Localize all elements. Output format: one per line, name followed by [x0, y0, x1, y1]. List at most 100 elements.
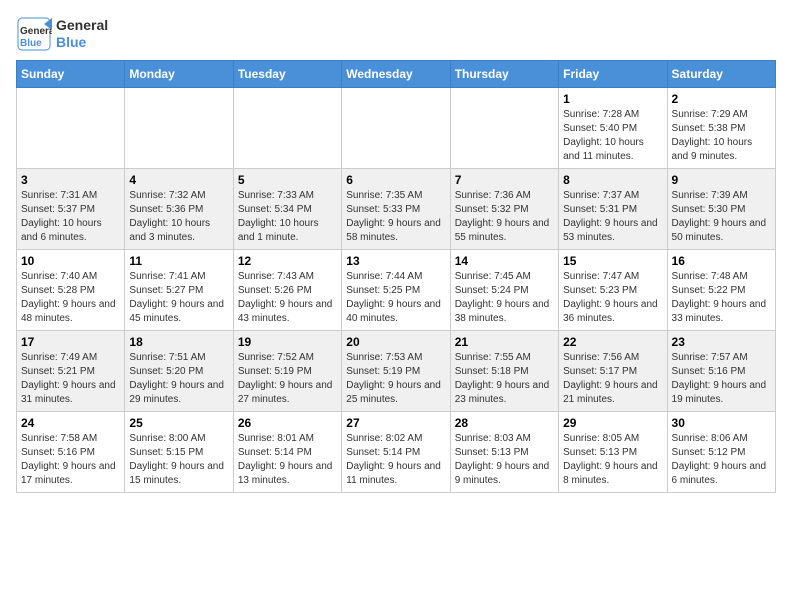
day-info: Sunrise: 7:36 AM Sunset: 5:32 PM Dayligh… [455, 189, 554, 245]
day-number: 7 [455, 173, 554, 187]
calendar-cell: 23 Sunrise: 7:57 AM Sunset: 5:16 PM Dayli… [667, 331, 775, 412]
day-number: 15 [563, 254, 662, 268]
day-info: Sunrise: 7:28 AM Sunset: 5:40 PM Dayligh… [563, 108, 662, 164]
day-number: 6 [346, 173, 445, 187]
day-info: Sunrise: 7:37 AM Sunset: 5:31 PM Dayligh… [563, 189, 662, 245]
svg-text:Blue: Blue [20, 38, 42, 49]
calendar-week-row: 3Sunrise: 7:31 AM Sunset: 5:37 PM Daylig… [17, 169, 776, 250]
calendar-cell: 30Sunrise: 8:06 AM Sunset: 5:12 PM Dayli… [667, 412, 775, 493]
day-info: Sunrise: 7:52 AM Sunset: 5:19 PM Dayligh… [238, 351, 337, 407]
calendar-week-row: 10 Sunrise: 7:40 AM Sunset: 5:28 PM Dayli… [17, 250, 776, 331]
day-info: Sunrise: 7:40 AM Sunset: 5:28 PM Dayligh… [21, 270, 120, 326]
day-info: Sunrise: 7:57 AM Sunset: 5:16 PM Dayligh… [672, 351, 771, 407]
day-info: Sunrise: 8:01 AM Sunset: 5:14 PM Dayligh… [238, 432, 337, 488]
day-number: 8 [563, 173, 662, 187]
column-header-saturday: Saturday [667, 61, 775, 88]
calendar-cell: 20 Sunrise: 7:53 AM Sunset: 5:19 PM Dayli… [342, 331, 450, 412]
calendar-cell: 25 Sunrise: 8:00 AM Sunset: 5:15 PM Dayli… [125, 412, 233, 493]
calendar-cell: 16 Sunrise: 7:48 AM Sunset: 5:22 PM Dayli… [667, 250, 775, 331]
calendar-cell: 13 Sunrise: 7:44 AM Sunset: 5:25 PM Dayli… [342, 250, 450, 331]
calendar-cell: 24 Sunrise: 7:58 AM Sunset: 5:16 PM Dayli… [17, 412, 125, 493]
calendar-cell: 27Sunrise: 8:02 AM Sunset: 5:14 PM Dayli… [342, 412, 450, 493]
calendar-cell: 28 Sunrise: 8:03 AM Sunset: 5:13 PM Dayli… [450, 412, 558, 493]
column-header-wednesday: Wednesday [342, 61, 450, 88]
logo-icon: General Blue [16, 16, 52, 52]
calendar-week-row: 24 Sunrise: 7:58 AM Sunset: 5:16 PM Dayli… [17, 412, 776, 493]
day-number: 19 [238, 335, 337, 349]
calendar-cell [17, 88, 125, 169]
calendar-cell: 1 Sunrise: 7:28 AM Sunset: 5:40 PM Daylig… [559, 88, 667, 169]
day-number: 13 [346, 254, 445, 268]
day-info: Sunrise: 7:53 AM Sunset: 5:19 PM Dayligh… [346, 351, 445, 407]
day-number: 10 [21, 254, 120, 268]
day-info: Sunrise: 7:51 AM Sunset: 5:20 PM Dayligh… [129, 351, 228, 407]
calendar-cell: 2 Sunrise: 7:29 AM Sunset: 5:38 PM Daylig… [667, 88, 775, 169]
calendar-cell [342, 88, 450, 169]
calendar-cell: 4 Sunrise: 7:32 AM Sunset: 5:36 PM Daylig… [125, 169, 233, 250]
calendar-cell: 5 Sunrise: 7:33 AM Sunset: 5:34 PM Daylig… [233, 169, 341, 250]
day-info: Sunrise: 7:35 AM Sunset: 5:33 PM Dayligh… [346, 189, 445, 245]
day-info: Sunrise: 7:33 AM Sunset: 5:34 PM Dayligh… [238, 189, 337, 245]
day-info: Sunrise: 7:55 AM Sunset: 5:18 PM Dayligh… [455, 351, 554, 407]
day-number: 5 [238, 173, 337, 187]
day-info: Sunrise: 7:39 AM Sunset: 5:30 PM Dayligh… [672, 189, 771, 245]
calendar-cell: 7 Sunrise: 7:36 AM Sunset: 5:32 PM Daylig… [450, 169, 558, 250]
day-number: 29 [563, 416, 662, 430]
calendar-week-row: 1 Sunrise: 7:28 AM Sunset: 5:40 PM Daylig… [17, 88, 776, 169]
day-info: Sunrise: 7:44 AM Sunset: 5:25 PM Dayligh… [346, 270, 445, 326]
column-header-sunday: Sunday [17, 61, 125, 88]
day-number: 25 [129, 416, 228, 430]
day-number: 23 [672, 335, 771, 349]
day-info: Sunrise: 7:43 AM Sunset: 5:26 PM Dayligh… [238, 270, 337, 326]
day-info: Sunrise: 7:32 AM Sunset: 5:36 PM Dayligh… [129, 189, 228, 245]
calendar-cell: 11Sunrise: 7:41 AM Sunset: 5:27 PM Dayli… [125, 250, 233, 331]
day-number: 9 [672, 173, 771, 187]
day-number: 14 [455, 254, 554, 268]
calendar-cell: 17 Sunrise: 7:49 AM Sunset: 5:21 PM Dayli… [17, 331, 125, 412]
day-info: Sunrise: 8:02 AM Sunset: 5:14 PM Dayligh… [346, 432, 445, 488]
calendar-week-row: 17 Sunrise: 7:49 AM Sunset: 5:21 PM Dayli… [17, 331, 776, 412]
calendar-cell [233, 88, 341, 169]
calendar-cell [125, 88, 233, 169]
day-info: Sunrise: 8:03 AM Sunset: 5:13 PM Dayligh… [455, 432, 554, 488]
day-info: Sunrise: 7:29 AM Sunset: 5:38 PM Dayligh… [672, 108, 771, 164]
calendar-cell: 19 Sunrise: 7:52 AM Sunset: 5:19 PM Dayli… [233, 331, 341, 412]
column-header-tuesday: Tuesday [233, 61, 341, 88]
day-number: 12 [238, 254, 337, 268]
calendar: SundayMondayTuesdayWednesdayThursdayFrid… [16, 60, 776, 493]
calendar-cell: 21 Sunrise: 7:55 AM Sunset: 5:18 PM Dayli… [450, 331, 558, 412]
day-number: 2 [672, 92, 771, 106]
calendar-cell: 6 Sunrise: 7:35 AM Sunset: 5:33 PM Daylig… [342, 169, 450, 250]
day-number: 21 [455, 335, 554, 349]
day-number: 24 [21, 416, 120, 430]
day-info: Sunrise: 7:49 AM Sunset: 5:21 PM Dayligh… [21, 351, 120, 407]
logo-text: General Blue [56, 17, 108, 51]
day-info: Sunrise: 7:56 AM Sunset: 5:17 PM Dayligh… [563, 351, 662, 407]
day-number: 17 [21, 335, 120, 349]
calendar-cell: 22 Sunrise: 7:56 AM Sunset: 5:17 PM Dayli… [559, 331, 667, 412]
logo: General Blue General Blue [16, 16, 108, 52]
day-number: 28 [455, 416, 554, 430]
day-info: Sunrise: 8:00 AM Sunset: 5:15 PM Dayligh… [129, 432, 228, 488]
day-number: 22 [563, 335, 662, 349]
column-header-thursday: Thursday [450, 61, 558, 88]
day-info: Sunrise: 7:58 AM Sunset: 5:16 PM Dayligh… [21, 432, 120, 488]
day-number: 16 [672, 254, 771, 268]
calendar-header-row: SundayMondayTuesdayWednesdayThursdayFrid… [17, 61, 776, 88]
day-number: 20 [346, 335, 445, 349]
calendar-cell: 14 Sunrise: 7:45 AM Sunset: 5:24 PM Dayli… [450, 250, 558, 331]
day-info: Sunrise: 8:05 AM Sunset: 5:13 PM Dayligh… [563, 432, 662, 488]
column-header-friday: Friday [559, 61, 667, 88]
calendar-cell: 18Sunrise: 7:51 AM Sunset: 5:20 PM Dayli… [125, 331, 233, 412]
day-info: Sunrise: 7:48 AM Sunset: 5:22 PM Dayligh… [672, 270, 771, 326]
day-number: 11 [129, 254, 228, 268]
calendar-cell: 3Sunrise: 7:31 AM Sunset: 5:37 PM Daylig… [17, 169, 125, 250]
day-number: 1 [563, 92, 662, 106]
day-info: Sunrise: 7:45 AM Sunset: 5:24 PM Dayligh… [455, 270, 554, 326]
day-number: 4 [129, 173, 228, 187]
calendar-cell: 15Sunrise: 7:47 AM Sunset: 5:23 PM Dayli… [559, 250, 667, 331]
calendar-cell [450, 88, 558, 169]
calendar-cell: 26Sunrise: 8:01 AM Sunset: 5:14 PM Dayli… [233, 412, 341, 493]
day-info: Sunrise: 8:06 AM Sunset: 5:12 PM Dayligh… [672, 432, 771, 488]
svg-text:General: General [20, 26, 52, 37]
